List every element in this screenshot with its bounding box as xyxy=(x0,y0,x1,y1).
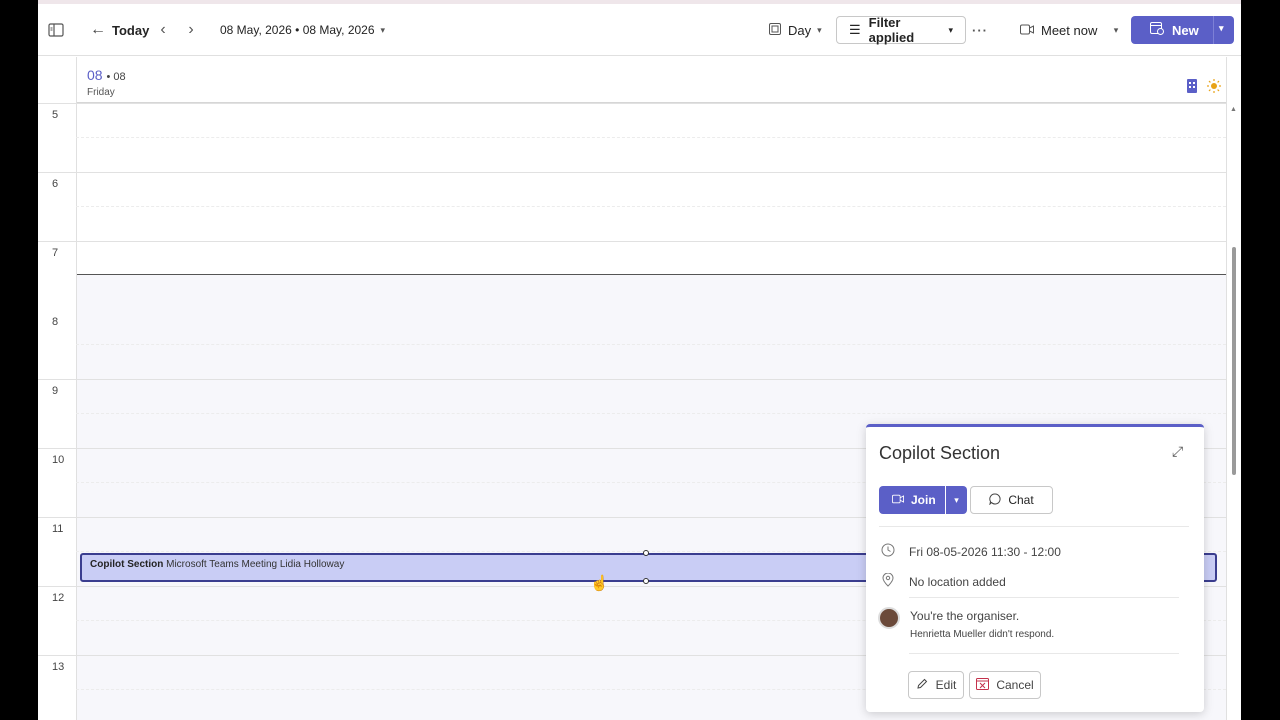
date-range-picker[interactable]: 08 May, 2026 • 08 May, 2026 ▾ xyxy=(220,16,385,44)
new-label: New xyxy=(1172,22,1199,38)
video-camera-icon xyxy=(1020,23,1034,38)
date-range-label: 08 May, 2026 • 08 May, 2026 xyxy=(220,23,375,37)
chevron-down-icon: ▾ xyxy=(380,24,386,35)
expand-icon[interactable]: ⤢ xyxy=(1172,443,1183,460)
event-datetime: Fri 08-05-2026 11:30 - 12:00 xyxy=(909,544,1061,559)
chat-button[interactable]: Chat xyxy=(970,486,1053,514)
event-resize-handle-top[interactable] xyxy=(643,550,649,556)
view-selector[interactable]: Day ▾ xyxy=(769,16,822,44)
pencil-icon xyxy=(916,678,928,693)
day-name: Friday xyxy=(87,87,115,98)
chevron-right-icon: › xyxy=(188,21,194,38)
grid-right-border xyxy=(1226,57,1227,720)
clock-icon xyxy=(879,543,897,560)
location-pin-icon xyxy=(879,572,897,590)
hour-label: 12 xyxy=(52,592,65,604)
event-details: Microsoft Teams Meeting Lidia Holloway xyxy=(163,559,345,570)
day-number: 08 • 08 xyxy=(87,67,126,83)
cancel-label: Cancel xyxy=(996,678,1034,692)
toolbar: ← Today ‹ › 08 May, 2026 • 08 May, 2026 … xyxy=(38,4,1241,56)
join-label: Join xyxy=(911,493,936,507)
hour-row[interactable]: 6 xyxy=(38,172,1226,241)
calendar-add-icon xyxy=(1150,22,1164,38)
calendar-view-icon xyxy=(769,22,781,38)
today-label: Today xyxy=(112,22,150,38)
chevron-down-icon[interactable]: ▾ xyxy=(1219,23,1224,34)
new-meeting-button[interactable]: New ▾ xyxy=(1131,16,1234,44)
filter-icon: ☰ xyxy=(849,22,861,37)
hour-label: 5 xyxy=(52,109,59,121)
event-resize-handle-bottom[interactable] xyxy=(643,578,649,584)
scrollbar-thumb[interactable] xyxy=(1232,247,1236,475)
hour-row[interactable]: 5 xyxy=(38,103,1226,172)
more-options-icon: ··· xyxy=(972,22,988,38)
filter-button[interactable]: ☰ Filter applied ▾ xyxy=(836,15,966,45)
hour-row[interactable]: 8 xyxy=(38,310,1226,379)
popup-title: Copilot Section xyxy=(879,443,1001,463)
scroll-up-icon[interactable]: ▲ xyxy=(1230,106,1237,113)
day-number-value: 08 xyxy=(87,67,103,83)
edit-button[interactable]: Edit xyxy=(908,671,964,699)
hour-label: 7 xyxy=(52,247,59,259)
event-details-popup: Copilot Section ⤢ Join ▾ Chat Fri 08-05-… xyxy=(866,424,1204,712)
day-header: 08 • 08 Friday xyxy=(76,57,1226,103)
hour-label: 10 xyxy=(52,454,65,466)
chevron-left-icon: ‹ xyxy=(160,21,166,38)
today-button[interactable]: ← Today xyxy=(90,16,149,44)
chat-label: Chat xyxy=(1008,493,1034,507)
chevron-down-icon: ▾ xyxy=(948,24,953,35)
attendee-response-row: Henrietta Mueller didn't respond. xyxy=(910,629,1054,640)
sun-icon[interactable] xyxy=(1207,79,1221,98)
meet-now-dropdown[interactable]: ▾ xyxy=(1104,16,1128,44)
calendar-cancel-icon xyxy=(976,677,990,693)
calendar-app: ← Today ‹ › 08 May, 2026 • 08 May, 2026 … xyxy=(38,0,1241,720)
filter-label: Filter applied xyxy=(868,15,915,45)
hour-label: 6 xyxy=(52,178,59,190)
cancel-meeting-button[interactable]: Cancel xyxy=(969,671,1041,699)
avatar xyxy=(878,607,900,629)
vertical-scrollbar[interactable]: ▲ xyxy=(1230,104,1238,720)
event-location-row: No location added xyxy=(879,572,1006,590)
edit-label: Edit xyxy=(935,678,957,692)
more-options-button[interactable]: ··· xyxy=(968,16,992,44)
view-label: Day xyxy=(788,22,812,38)
arrow-left-icon: ← xyxy=(90,21,106,38)
chevron-down-icon: ▾ xyxy=(954,494,959,505)
meet-now-label: Meet now xyxy=(1041,22,1098,38)
chevron-down-icon: ▾ xyxy=(1113,24,1119,35)
next-day-button[interactable]: › xyxy=(179,16,203,44)
join-dropdown-button[interactable]: ▾ xyxy=(946,486,967,514)
event-title: Copilot Section xyxy=(90,559,164,570)
sidebar-toggle-icon[interactable] xyxy=(44,16,68,44)
meet-now-button[interactable]: Meet now xyxy=(1020,16,1097,44)
hour-label: 9 xyxy=(52,385,59,397)
organiser-text: You're the organiser. xyxy=(910,609,1020,623)
day-number-secondary: • 08 xyxy=(106,71,126,83)
chevron-down-icon: ▾ xyxy=(817,24,822,35)
hand-cursor-icon: ☝ xyxy=(590,575,609,592)
video-camera-icon xyxy=(892,493,904,507)
popup-divider xyxy=(879,526,1189,527)
hour-row[interactable]: 7 xyxy=(38,241,1226,310)
attendee-response: Henrietta Mueller didn't respond. xyxy=(910,629,1055,640)
previous-day-button[interactable]: ‹ xyxy=(151,16,175,44)
event-datetime-row: Fri 08-05-2026 11:30 - 12:00 xyxy=(879,543,1061,560)
organiser-row: You're the organiser. xyxy=(910,609,1019,623)
hour-label: 13 xyxy=(52,661,65,673)
popup-divider xyxy=(909,653,1179,654)
new-dropdown-divider xyxy=(1213,16,1214,44)
chat-bubble-icon xyxy=(989,492,1001,508)
event-location: No location added xyxy=(909,574,1006,589)
building-icon[interactable] xyxy=(1187,79,1197,98)
hour-label: 8 xyxy=(52,316,59,328)
hour-label: 11 xyxy=(52,523,64,535)
join-button[interactable]: Join xyxy=(879,486,945,514)
popup-divider xyxy=(909,597,1179,598)
